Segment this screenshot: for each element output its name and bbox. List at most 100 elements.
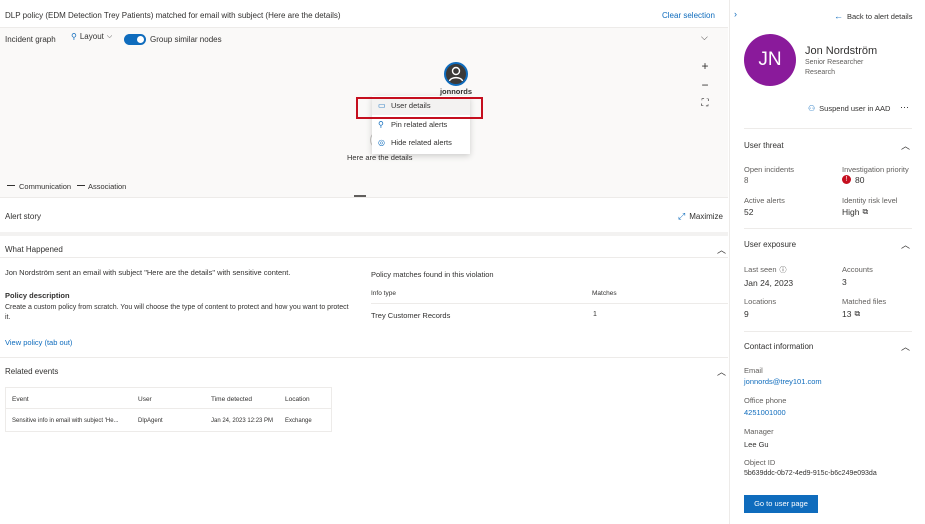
policy-matches-row-count: 1 — [593, 311, 597, 318]
policy-matches-title: Policy matches found in this violation — [371, 270, 494, 279]
related-event-row-time: Jan 24, 2023 12:23 PM — [211, 418, 274, 424]
user-icon — [448, 66, 464, 82]
association-legend-label: Association — [88, 182, 127, 191]
maximize-button[interactable]: ⤢ Maximize — [678, 211, 723, 222]
last-seen-label: Last seen — [744, 265, 777, 274]
collapse-user-threat-chevron-icon[interactable]: ︿ — [901, 139, 910, 152]
manager-value: Lee Gu — [744, 440, 769, 449]
more-options-icon[interactable]: ⋯ — [900, 102, 909, 113]
back-to-alert-details-button[interactable]: ← Back to alert details — [834, 11, 912, 21]
context-menu-hide-related-alerts[interactable]: ◎ Hide related alerts — [372, 134, 470, 152]
incident-graph-title: Incident graph — [5, 35, 56, 44]
collapse-graph-chevron-icon[interactable]: ⌵ — [701, 32, 708, 43]
resize-handle[interactable] — [354, 195, 366, 197]
locations-label: Locations — [744, 297, 777, 306]
related-events-header-location: Location — [285, 396, 310, 403]
info-icon[interactable]: ⓘ — [780, 265, 787, 275]
external-link-icon: ⧉ — [854, 309, 861, 318]
policy-matches-header-info-type: Info type — [371, 290, 396, 297]
related-event-row-user: DlpAgent — [138, 418, 163, 424]
identity-risk-label: Identity risk level — [842, 196, 898, 205]
maximize-icon: ⤢ — [678, 211, 686, 221]
accounts-value: 3 — [842, 277, 847, 287]
zoom-in-icon[interactable]: + — [697, 58, 713, 74]
collapse-contact-chevron-icon[interactable]: ︿ — [901, 340, 910, 353]
user-role: Senior Researcher — [805, 59, 864, 66]
layout-dropdown[interactable]: ⚲ Layout ⌵ — [71, 32, 112, 41]
back-to-alert-details-label: Back to alert details — [847, 11, 913, 21]
collapse-panel-chevron-icon[interactable]: › — [734, 9, 737, 19]
related-events-header-time: Time detected — [211, 396, 252, 403]
arrow-left-icon: ← — [834, 11, 843, 21]
manager-label: Manager — [744, 427, 774, 436]
divider-3 — [744, 331, 912, 332]
hide-related-alerts-label: Hide related alerts — [391, 138, 452, 147]
alert-story-separator — [0, 232, 728, 236]
go-to-user-page-button[interactable]: Go to user page — [744, 495, 818, 513]
policy-description-text: Create a custom policy from scratch. You… — [5, 304, 349, 321]
alert-title: DLP policy (EDM Detection Trey Patients)… — [5, 11, 341, 20]
suspend-user-label: Suspend user in AAD — [819, 104, 891, 113]
avatar: JN — [744, 34, 796, 86]
group-similar-nodes-toggle[interactable] — [124, 34, 146, 45]
highlight-box — [356, 97, 483, 119]
matched-files-link[interactable]: 13 ⧉ — [842, 309, 860, 319]
related-event-row-event[interactable]: Sensitive info in email with subject 'He… — [12, 418, 119, 424]
suspend-user-button[interactable]: ⚇ Suspend user in AAD — [808, 104, 890, 113]
identity-risk-value: High — [842, 207, 860, 217]
matched-files-label: Matched files — [842, 297, 887, 306]
view-policy-link[interactable]: View policy (tab out) — [5, 338, 72, 347]
related-events-header-divider — [5, 408, 332, 409]
contact-information-title: Contact information — [744, 342, 814, 351]
collapse-user-exposure-chevron-icon[interactable]: ︿ — [901, 238, 910, 251]
zoom-out-icon[interactable]: − — [697, 77, 713, 93]
related-event-row-location: Exchange — [285, 418, 312, 424]
chevron-down-icon: ⌵ — [106, 32, 113, 40]
investigation-priority-value: 80 — [855, 175, 865, 185]
user-node-label: jonnords — [439, 87, 473, 96]
office-phone-link[interactable]: 4251001000 — [744, 408, 786, 417]
user-node[interactable] — [444, 62, 468, 86]
group-similar-nodes-label: Group similar nodes — [150, 35, 222, 44]
layout-label: Layout — [79, 32, 104, 41]
active-alerts-label: Active alerts — [744, 196, 785, 205]
graph-divider — [0, 197, 728, 198]
fit-to-screen-icon[interactable]: ⛶ — [697, 96, 713, 112]
accounts-label: Accounts — [842, 265, 873, 274]
pin-related-alerts-label: Pin related alerts — [391, 120, 448, 129]
office-phone-label: Office phone — [744, 396, 787, 405]
active-alerts-value: 52 — [744, 207, 754, 217]
what-happened-title: What Happened — [5, 245, 63, 254]
email-link[interactable]: jonnords@trey101.com — [744, 377, 822, 386]
divider-1 — [744, 128, 912, 129]
user-name: Jon Nordström — [805, 45, 878, 57]
user-threat-title: User threat — [744, 141, 784, 150]
open-incidents-value: 8 — [744, 176, 749, 185]
email-node-label: Here are the details — [347, 153, 413, 162]
association-legend-line — [77, 185, 85, 186]
collapse-what-happened-chevron-icon[interactable]: ︿ — [717, 243, 726, 256]
matched-files-value: 13 — [842, 309, 852, 319]
identity-risk-link[interactable]: High ⧉ — [842, 207, 868, 217]
related-events-header-event: Event — [12, 396, 29, 403]
email-label: Email — [744, 366, 763, 375]
policy-description-title: Policy description — [5, 291, 70, 300]
divider-2 — [744, 228, 912, 229]
maximize-label: Maximize — [689, 212, 723, 221]
user-department: Research — [805, 69, 835, 76]
policy-matches-row-info-type: Trey Customer Records — [371, 311, 451, 320]
user-exposure-title: User exposure — [744, 240, 797, 249]
policy-matches-header-matches: Matches — [592, 290, 617, 297]
what-happened-divider — [0, 257, 728, 258]
collapse-related-events-chevron-icon[interactable]: ︿ — [717, 365, 726, 378]
clear-selection-link[interactable]: Clear selection — [662, 11, 715, 20]
investigation-priority-label: Investigation priority — [842, 165, 909, 174]
related-events-title: Related events — [5, 367, 59, 376]
user-block-icon: ⚇ — [808, 104, 816, 113]
what-happened-text: Jon Nordström sent an email with subject… — [5, 268, 291, 277]
related-events-top-divider — [0, 357, 728, 358]
communication-legend-line — [7, 185, 15, 186]
policy-matches-divider — [371, 303, 728, 304]
communication-legend-label: Communication — [19, 182, 72, 191]
related-events-table — [5, 387, 332, 432]
